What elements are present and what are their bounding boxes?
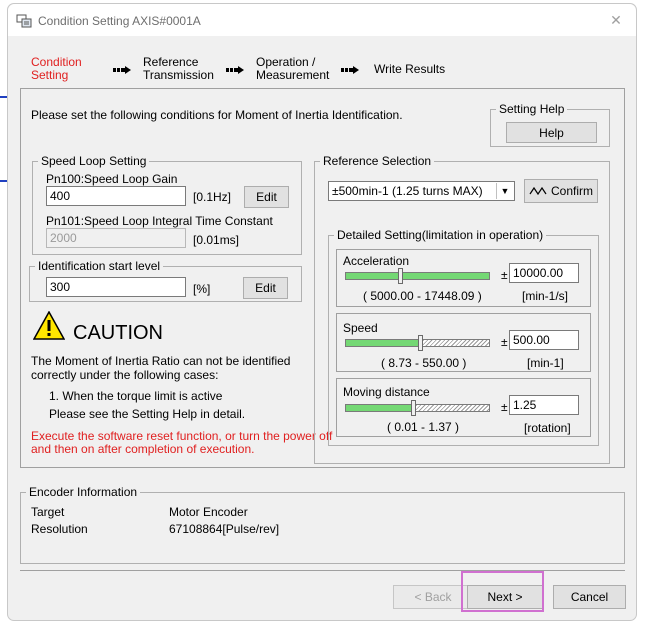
identification-level-field[interactable]: 300: [46, 277, 186, 297]
close-icon[interactable]: ✕: [606, 10, 626, 30]
moving-distance-range: ( 0.01 - 1.37 ): [387, 420, 460, 434]
confirm-label: Confirm: [550, 184, 593, 198]
moving-distance-input[interactable]: 1.25: [509, 395, 579, 415]
caution-red-line1: Execute the software reset function, or …: [31, 429, 333, 443]
acceleration-slider-thumb[interactable]: [398, 268, 403, 284]
waveform-icon: [529, 186, 547, 196]
detailed-setting-label: Detailed Setting(limitation in operation…: [334, 228, 547, 242]
moving-distance-slider[interactable]: [345, 400, 490, 416]
gain-label: Pn100:Speed Loop Gain: [46, 172, 178, 186]
step-arrow-icon: [113, 66, 131, 74]
caution-case1: 1. When the torque limit is active: [49, 389, 223, 403]
speed-range: ( 8.73 - 550.00 ): [381, 356, 467, 370]
caution-title: CAUTION: [73, 322, 163, 344]
acceleration-pm: ±: [501, 268, 508, 282]
step-write-results: Write Results: [374, 62, 446, 76]
step-reference-transmission: Reference Transmission: [143, 55, 214, 82]
step-arrow-icon: [341, 66, 359, 74]
step-operation-measurement: Operation / Measurement: [256, 55, 330, 82]
app-icon: [16, 14, 32, 28]
speed-loop-gain-field[interactable]: 400: [46, 186, 186, 206]
moving-distance-box: Moving distance ± 1.25 ( 0.01 - 1.37 ) […: [336, 378, 591, 437]
acceleration-slider[interactable]: [345, 268, 490, 284]
encoder-target-value: Motor Encoder: [169, 505, 248, 519]
speed-unit: [min-1]: [527, 356, 564, 370]
moving-distance-pm: ±: [501, 400, 508, 414]
identification-edit-button[interactable]: Edit: [243, 277, 288, 299]
encoder-info-label: Encoder Information: [26, 485, 141, 499]
reference-select[interactable]: ±500min-1 (1.25 turns MAX) ▼: [328, 181, 515, 201]
setting-help-group: Setting Help Help: [490, 102, 610, 147]
speed-label: Speed: [343, 321, 378, 335]
moving-distance-unit: [rotation]: [524, 421, 571, 435]
window-title: Condition Setting AXIS#0001A: [38, 14, 201, 28]
speed-loop-label: Speed Loop Setting: [38, 154, 150, 168]
moving-distance-slider-hatch: [413, 405, 489, 411]
integral-time-field: 2000: [46, 228, 186, 248]
title-bar: Condition Setting AXIS#0001A ✕: [8, 4, 636, 36]
speed-pm: ±: [501, 335, 508, 349]
integral-unit: [0.01ms]: [193, 233, 240, 247]
speed-slider-fill: [346, 340, 420, 346]
identification-label: Identification start level: [35, 259, 164, 273]
caution-line2: correctly under the following cases:: [31, 368, 219, 382]
step-arrow-icon: [226, 66, 244, 74]
reference-selection-group: Reference Selection ±500min-1 (1.25 turn…: [314, 154, 610, 464]
moving-distance-label: Moving distance: [343, 385, 430, 399]
speed-input[interactable]: 500.00: [509, 330, 579, 350]
caution-line1: The Moment of Inertia Ratio can not be i…: [31, 354, 291, 368]
reference-selected-value: ±500min-1 (1.25 turns MAX): [332, 184, 483, 198]
acceleration-slider-fill: [346, 273, 489, 279]
detailed-setting-group: Detailed Setting(limitation in operation…: [328, 228, 599, 446]
speed-slider-hatch: [420, 340, 489, 346]
acceleration-range: ( 5000.00 - 17448.09 ): [363, 289, 482, 303]
warning-icon: [33, 311, 65, 340]
step-condition-setting: Condition Setting: [31, 55, 82, 82]
identification-group: Identification start level 300 [%] Edit: [29, 259, 302, 302]
encoder-resolution-value: 67108864[Pulse/rev]: [169, 522, 280, 536]
identification-unit: [%]: [193, 282, 211, 296]
chevron-down-icon: ▼: [496, 183, 513, 199]
caution-red-line2: and then on after completion of executio…: [31, 442, 255, 456]
reference-selection-label: Reference Selection: [320, 154, 435, 168]
moving-distance-slider-fill: [346, 405, 413, 411]
next-button-highlight: [461, 571, 544, 612]
moving-distance-slider-thumb[interactable]: [411, 400, 416, 416]
intro-text: Please set the following conditions for …: [31, 108, 403, 122]
help-button[interactable]: Help: [506, 122, 597, 143]
gain-edit-button[interactable]: Edit: [244, 186, 289, 208]
acceleration-label: Acceleration: [343, 254, 410, 268]
cancel-button[interactable]: Cancel: [553, 585, 626, 609]
main-panel: Please set the following conditions for …: [20, 88, 625, 468]
encoder-info-group: Encoder Information Target Motor Encoder…: [20, 485, 625, 564]
integral-label: Pn101:Speed Loop Integral Time Constant: [46, 214, 273, 228]
speed-slider-thumb[interactable]: [418, 335, 423, 351]
gain-unit: [0.1Hz]: [193, 190, 232, 204]
acceleration-input[interactable]: 10000.00: [509, 263, 579, 283]
acceleration-unit: [min-1/s]: [522, 289, 569, 303]
speed-loop-group: Speed Loop Setting Pn100:Speed Loop Gain…: [32, 154, 302, 255]
caution-help-note: Please see the Setting Help in detail.: [49, 407, 246, 421]
confirm-button[interactable]: Confirm: [524, 179, 598, 203]
encoder-target-label: Target: [31, 505, 65, 519]
setting-help-label: Setting Help: [496, 102, 568, 116]
speed-box: Speed ± 500.00 ( 8.73 - 550.00 ) [min-1]: [336, 313, 591, 372]
speed-slider[interactable]: [345, 335, 490, 351]
encoder-resolution-label: Resolution: [31, 522, 88, 536]
acceleration-box: Acceleration ± 10000.00 ( 5000.00 - 1744…: [336, 249, 591, 307]
